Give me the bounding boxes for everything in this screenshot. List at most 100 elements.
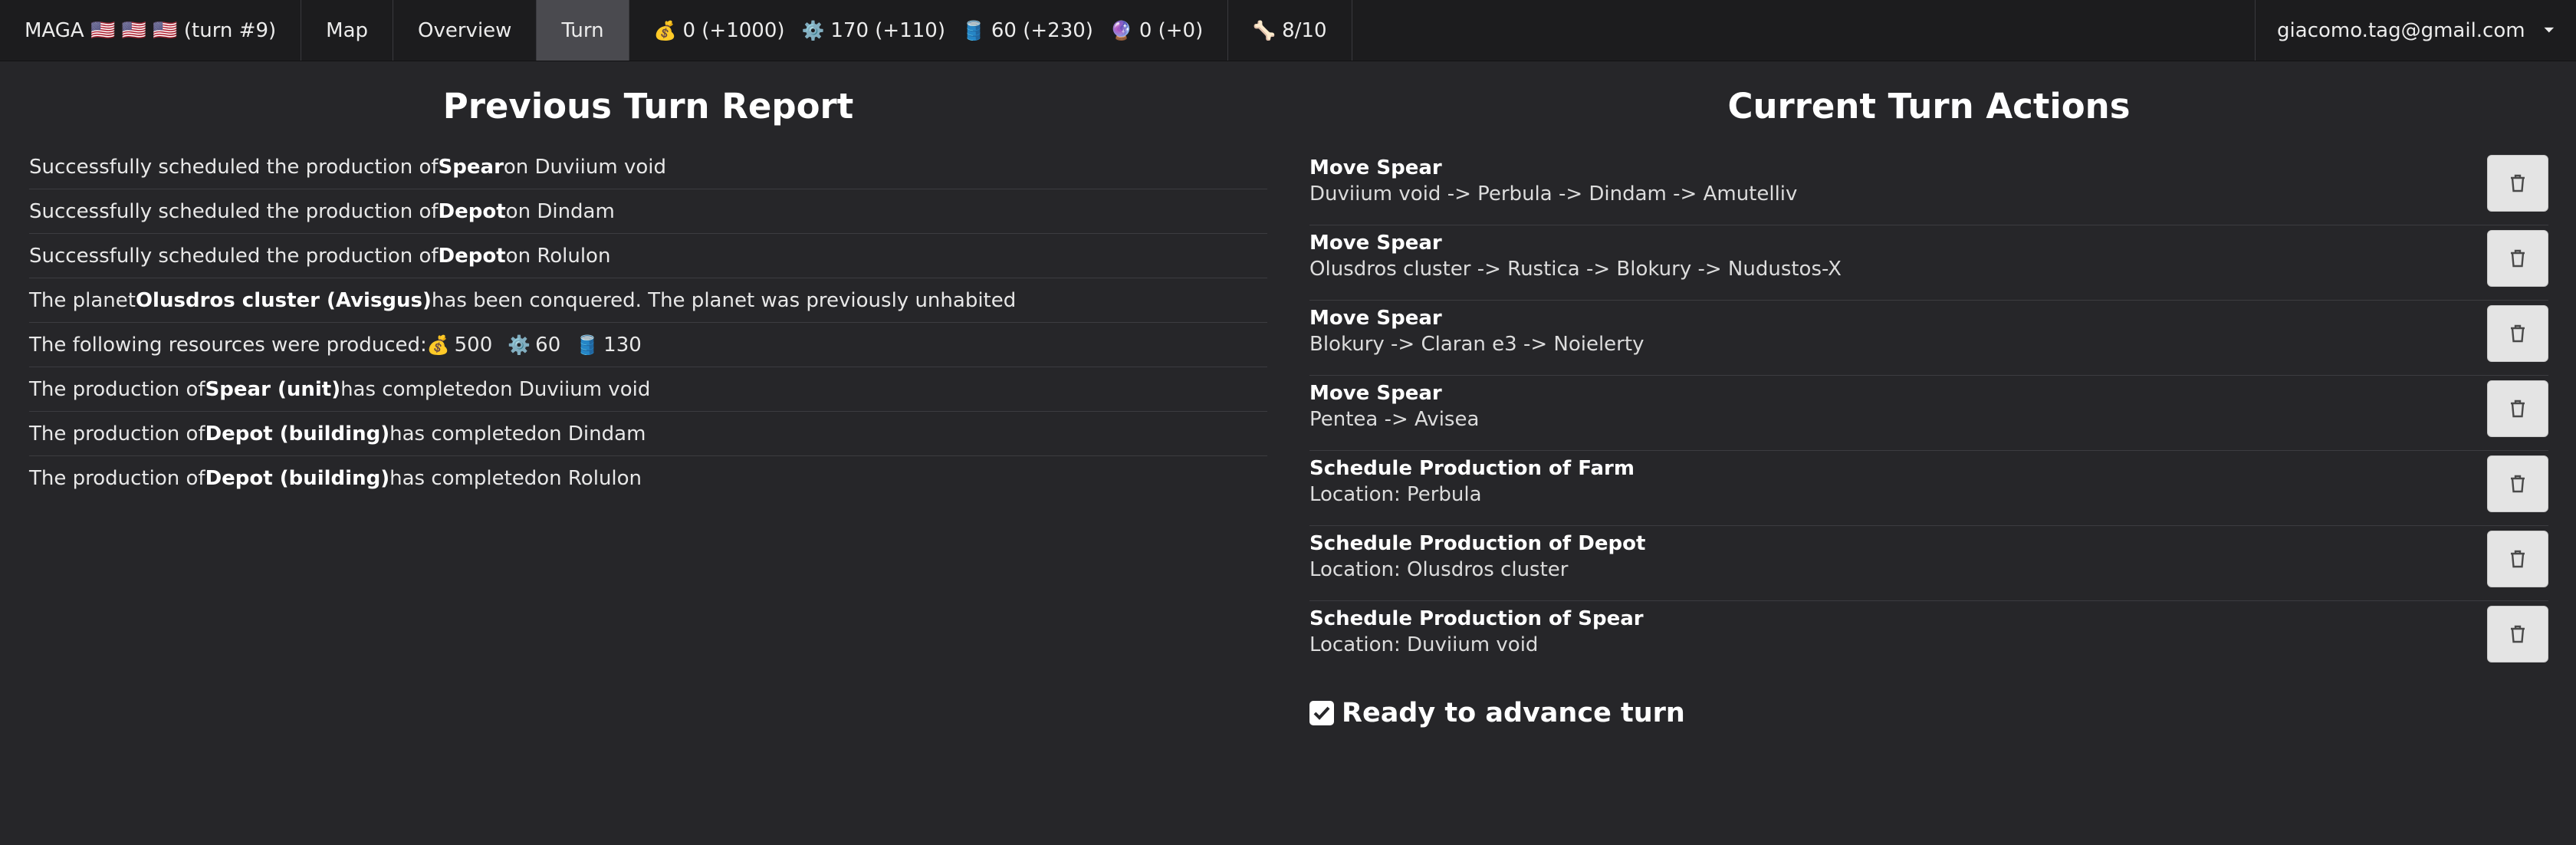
caret-down-icon: ⏷ <box>2543 22 2555 38</box>
user-email: giacomo.tag@gmail.com <box>2277 18 2525 42</box>
nav-turn[interactable]: Turn <box>537 0 629 61</box>
produced-gear-value: 60 <box>535 333 561 357</box>
report-bold: Olusdros cluster (Avisgus) <box>135 288 432 312</box>
action-item: Move Spear Duviium void -> Perbula -> Di… <box>1309 150 2548 225</box>
delete-action-button[interactable] <box>2487 155 2548 212</box>
trash-icon <box>2511 475 2525 493</box>
action-item: Move Spear Blokury -> Claran e3 -> Noiel… <box>1309 301 2548 376</box>
report-bold: Depot <box>438 199 506 223</box>
report-bold: Depot (building) <box>205 466 390 490</box>
delete-action-button[interactable] <box>2487 305 2548 362</box>
report-title: Previous Turn Report <box>442 86 854 127</box>
action-title: Move Spear <box>1309 156 1442 179</box>
produced-oil-value: 130 <box>603 333 642 357</box>
produced-money: 💰 500 <box>427 334 493 357</box>
money-bag-icon: 💰 <box>426 334 450 356</box>
report-text: on Dindam <box>505 199 615 223</box>
delete-action-button[interactable] <box>2487 455 2548 512</box>
oil-resource: 🛢️ 60 (+230) <box>962 19 1093 42</box>
report-text: on Rolulon <box>505 244 611 268</box>
report-bold: Spear <box>438 155 504 179</box>
report-row: Successfully scheduled the production of… <box>29 145 1267 189</box>
oil-barrel-icon: 🛢️ <box>961 19 985 41</box>
report-text: has been conquered. The planet was previ… <box>431 288 1017 312</box>
game-title[interactable]: MAGA 🇺🇸 🇺🇸 🇺🇸 (turn #9) <box>0 0 302 61</box>
report-text: The production of <box>29 466 205 490</box>
report-text: The production of <box>29 377 205 401</box>
top-navbar: MAGA 🇺🇸 🇺🇸 🇺🇸 (turn #9) Map Overview Tur… <box>0 0 2576 61</box>
produced-oil: 🛢️ 130 <box>576 334 642 357</box>
delete-action-button[interactable] <box>2487 606 2548 663</box>
report-row: The production of Spear (unit) has compl… <box>29 367 1267 412</box>
money-value: 0 (+1000) <box>682 18 785 42</box>
gear-icon: ⚙️ <box>508 334 531 356</box>
produced-money-value: 500 <box>454 333 493 357</box>
action-detail: Pentea -> Avisea <box>1309 408 1480 431</box>
report-bold: Depot (building) <box>205 422 390 446</box>
crystal-value: 0 (+0) <box>1138 18 1204 42</box>
report-bold: Depot <box>438 244 506 268</box>
trash-icon <box>2511 324 2525 343</box>
report-text: The following resources were produced: <box>29 333 427 357</box>
resource-bar: 💰 0 (+1000) ⚙️ 170 (+110) 🛢️ 60 (+230) 🔮… <box>629 0 1229 61</box>
trash-icon <box>2511 174 2525 192</box>
action-title: Schedule Production of Depot <box>1309 532 1646 555</box>
action-detail: Location: Duviium void <box>1309 633 1539 656</box>
checkmark-icon <box>1313 706 1330 720</box>
action-title: Schedule Production of Farm <box>1309 457 1635 480</box>
delete-action-button[interactable] <box>2487 230 2548 287</box>
action-item: Schedule Production of Spear Location: D… <box>1309 601 2548 676</box>
ready-checkbox[interactable] <box>1309 701 1334 725</box>
user-menu[interactable]: giacomo.tag@gmail.com ⏷ <box>2255 0 2576 61</box>
action-detail: Blokury -> Claran e3 -> Noielerty <box>1309 333 1644 356</box>
report-row: The production of Depot (building) has c… <box>29 456 1267 500</box>
action-item: Move Spear Olusdros cluster -> Rustica -… <box>1309 225 2548 301</box>
gear-icon: ⚙️ <box>801 19 825 41</box>
bone-icon: 🦴 <box>1253 19 1276 41</box>
gear-value: 170 (+110) <box>830 18 945 42</box>
action-item: Schedule Production of Depot Location: O… <box>1309 526 2548 601</box>
report-text: The planet <box>29 288 136 312</box>
report-text: The production of <box>29 422 205 446</box>
report-row: Successfully scheduled the production of… <box>29 234 1267 278</box>
trash-icon <box>2511 625 2525 643</box>
action-detail: Duviium void -> Perbula -> Dindam -> Amu… <box>1309 182 1798 205</box>
unit-count-value: 8/10 <box>1282 18 1327 42</box>
oil-barrel-icon: 🛢️ <box>576 334 600 356</box>
report-row: Successfully scheduled the production of… <box>29 189 1267 234</box>
turn-report-list: Successfully scheduled the production of… <box>29 145 1267 500</box>
money-bag-icon: 💰 <box>653 19 677 41</box>
nav-map[interactable]: Map <box>301 0 394 61</box>
trash-icon <box>2511 550 2525 568</box>
turn-actions-list: Move Spear Duviium void -> Perbula -> Di… <box>1309 150 2548 676</box>
ready-label: Ready to advance turn <box>1342 698 1685 728</box>
action-detail: Location: Olusdros cluster <box>1309 558 1569 581</box>
trash-icon <box>2511 249 2525 268</box>
delete-action-button[interactable] <box>2487 531 2548 587</box>
report-text: has completedon Dindam <box>389 422 646 446</box>
report-bold: Spear (unit) <box>205 377 341 401</box>
gear-resource: ⚙️ 170 (+110) <box>802 19 945 42</box>
navbar-spacer <box>1352 0 2256 61</box>
report-text: Successfully scheduled the production of <box>29 244 439 268</box>
crystal-resource: 🔮 0 (+0) <box>1110 19 1203 42</box>
action-detail: Location: Perbula <box>1309 483 1482 506</box>
actions-title: Current Turn Actions <box>1727 86 2131 127</box>
unit-count: 🦴 8/10 <box>1228 0 1352 61</box>
report-text: has completedon Duviium void <box>340 377 651 401</box>
action-detail: Olusdros cluster -> Rustica -> Blokury -… <box>1309 258 1842 281</box>
produced-gear: ⚙️ 60 <box>508 334 560 357</box>
report-text: Successfully scheduled the production of <box>29 199 439 223</box>
nav-overview[interactable]: Overview <box>393 0 537 61</box>
delete-action-button[interactable] <box>2487 380 2548 437</box>
crystal-ball-icon: 🔮 <box>1109 19 1133 41</box>
report-row: The production of Depot (building) has c… <box>29 412 1267 456</box>
action-title: Move Spear <box>1309 382 1442 405</box>
money-resource: 💰 0 (+1000) <box>654 19 785 42</box>
oil-value: 60 (+230) <box>991 18 1093 42</box>
report-row: The following resources were produced: 💰… <box>29 323 1267 367</box>
action-item: Schedule Production of Farm Location: Pe… <box>1309 451 2548 526</box>
report-text: has completedon Rolulon <box>389 466 642 490</box>
action-title: Move Spear <box>1309 307 1442 330</box>
ready-to-advance-toggle[interactable]: Ready to advance turn <box>1309 698 1685 728</box>
